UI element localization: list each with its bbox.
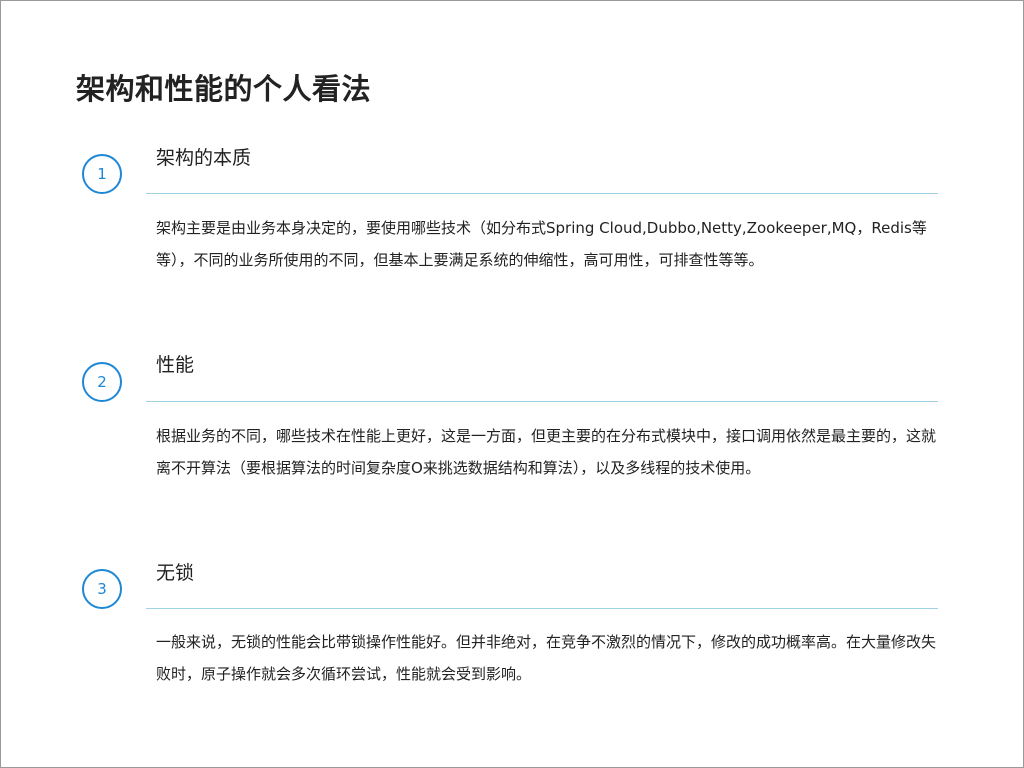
- section-number-badge: 1: [82, 154, 122, 194]
- section-heading: 无锁: [156, 562, 195, 584]
- section-heading: 架构的本质: [156, 147, 252, 169]
- section-body: 一般来说，无锁的性能会比带锁操作性能好。但并非绝对，在竞争不激烈的情况下，修改的…: [156, 633, 937, 683]
- section-divider: [146, 401, 938, 402]
- section-body: 架构主要是由业务本身决定的，要使用哪些技术（如分布式Spring Cloud,D…: [156, 219, 927, 269]
- section-body: 根据业务的不同，哪些技术在性能上更好，这是一方面，但更主要的在分布式模块中，接口…: [156, 427, 937, 477]
- section-divider: [146, 193, 938, 194]
- section-divider: [146, 608, 938, 609]
- section-number-badge: 3: [82, 569, 122, 609]
- section-heading: 性能: [156, 354, 195, 376]
- section-number-badge: 2: [82, 362, 122, 402]
- page-title: 架构和性能的个人看法: [76, 72, 372, 106]
